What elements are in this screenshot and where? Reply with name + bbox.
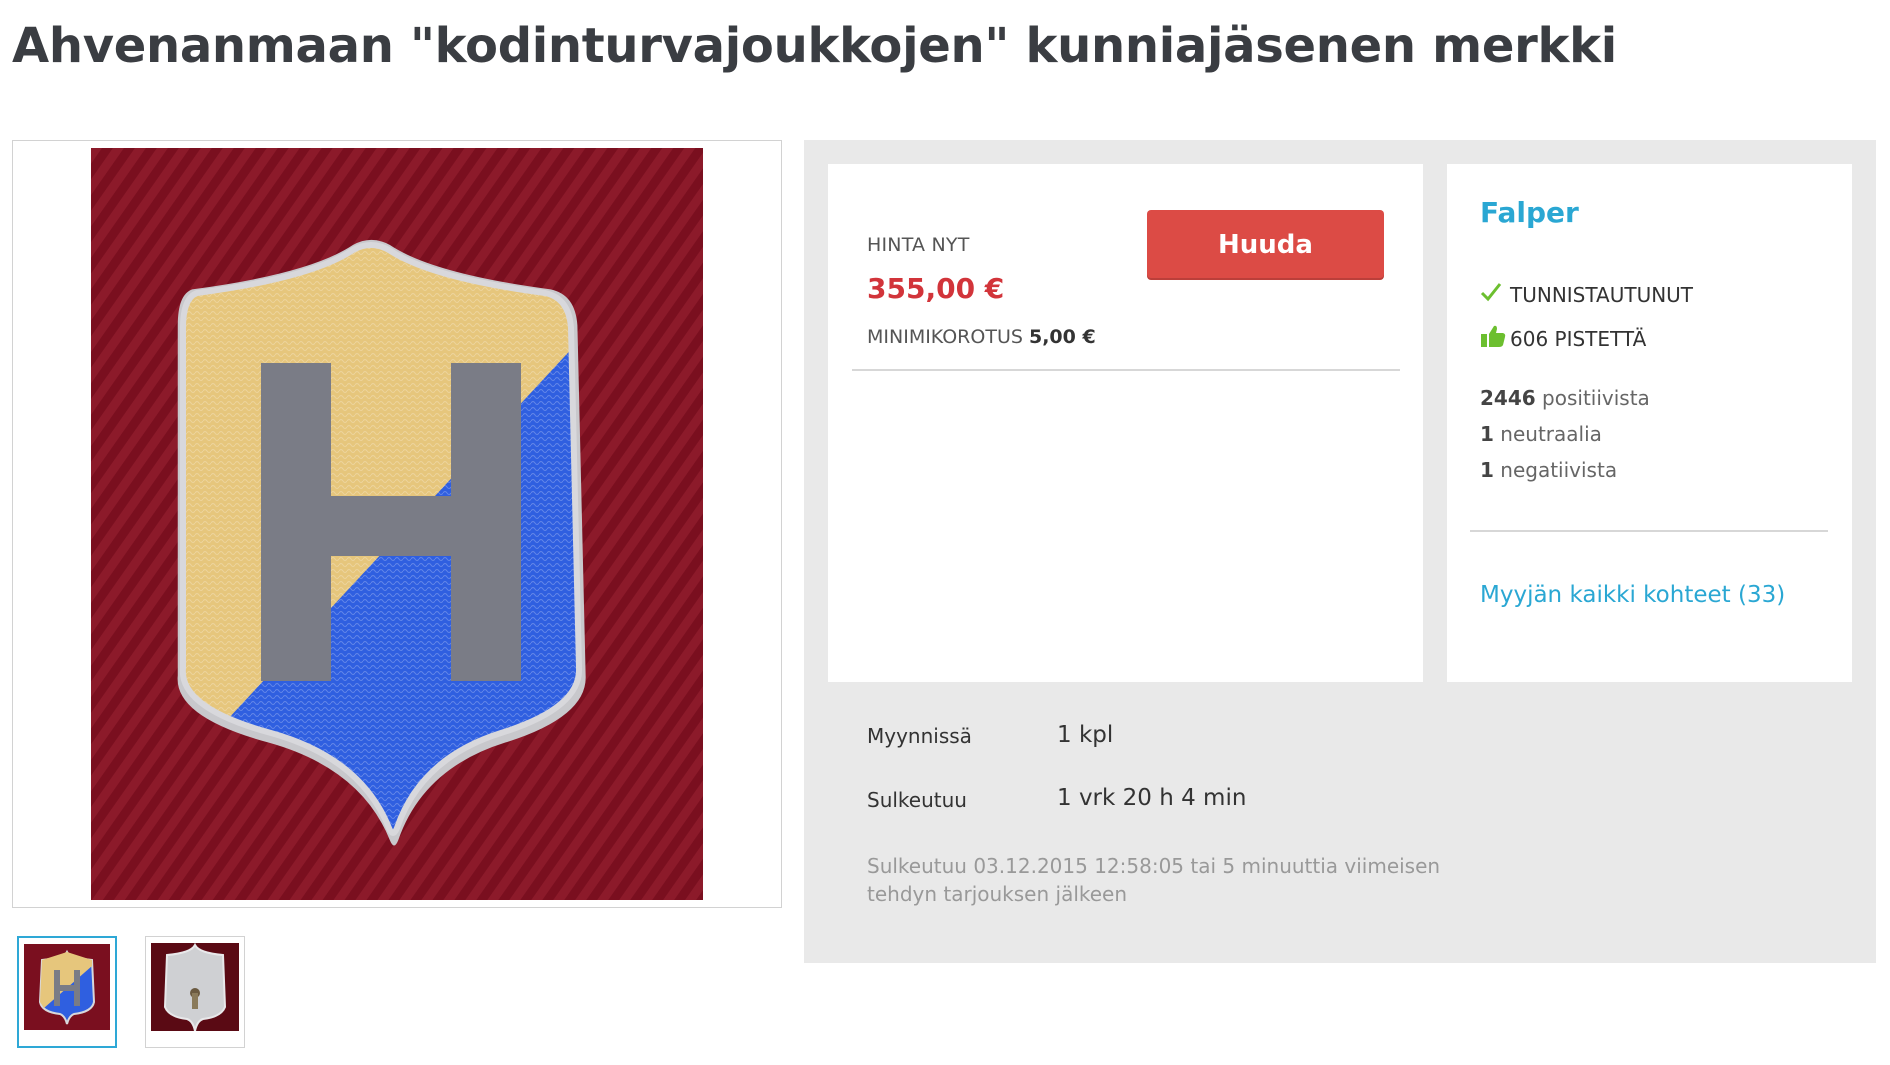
price-value: 355,00 € xyxy=(867,272,1005,305)
seller-verified-label: TUNNISTAUTUNUT xyxy=(1510,282,1694,307)
feedback-neutral-count: 1 xyxy=(1480,422,1494,446)
closes-value: 1 vrk 20 h 4 min xyxy=(1057,785,1247,811)
seller-card: Falper TUNNISTAUTUNUT 606 PISTETTÄ 2446 … xyxy=(1447,164,1852,682)
min-raise-label: MINIMIKOROTUS xyxy=(867,326,1023,348)
seller-name-link[interactable]: Falper xyxy=(1480,196,1579,229)
bid-divider xyxy=(852,369,1400,371)
thumbnail-front[interactable] xyxy=(17,936,117,1048)
bid-button[interactable]: Huuda xyxy=(1147,210,1384,280)
seller-all-items-link[interactable]: Myyjän kaikki kohteet (33) xyxy=(1480,582,1785,608)
seller-divider xyxy=(1470,530,1828,532)
for-sale-label: Myynnissä xyxy=(867,724,972,748)
thumbs-up-icon xyxy=(1480,324,1510,353)
seller-verified: TUNNISTAUTUNUT xyxy=(1480,282,1693,307)
thumbnail-back[interactable] xyxy=(145,936,245,1048)
feedback-neutral-label: neutraalia xyxy=(1500,422,1602,446)
feedback-neutral: 1 neutraalia xyxy=(1480,422,1602,446)
main-image[interactable] xyxy=(12,140,782,908)
badge-photo xyxy=(91,148,703,900)
bid-card: HINTA NYT 355,00 € MINIMIKOROTUS 5,00 € … xyxy=(828,164,1423,682)
min-raise: MINIMIKOROTUS 5,00 € xyxy=(867,326,1096,348)
closes-label: Sulkeutuu xyxy=(867,788,967,812)
feedback-negative: 1 negatiivista xyxy=(1480,458,1617,482)
seller-points: 606 PISTETTÄ xyxy=(1480,324,1646,353)
seller-points-label: 606 PISTETTÄ xyxy=(1510,326,1647,351)
check-icon xyxy=(1480,282,1510,307)
page-title: Ahvenanmaan "kodinturvajoukkojen" kunnia… xyxy=(12,18,1617,74)
thumbnail-back-image xyxy=(151,943,239,1031)
feedback-positive: 2446 positiivista xyxy=(1480,386,1650,410)
feedback-positive-count: 2446 xyxy=(1480,386,1536,410)
auction-info-panel: HINTA NYT 355,00 € MINIMIKOROTUS 5,00 € … xyxy=(804,140,1876,963)
feedback-positive-label: positiivista xyxy=(1542,386,1650,410)
price-label: HINTA NYT xyxy=(867,234,970,256)
feedback-negative-label: negatiivista xyxy=(1500,458,1618,482)
for-sale-value: 1 kpl xyxy=(1057,722,1114,748)
feedback-negative-count: 1 xyxy=(1480,458,1494,482)
thumbnail-front-image xyxy=(24,944,110,1030)
min-raise-value: 5,00 € xyxy=(1028,326,1096,348)
close-note: Sulkeutuu 03.12.2015 12:58:05 tai 5 minu… xyxy=(867,854,1441,906)
